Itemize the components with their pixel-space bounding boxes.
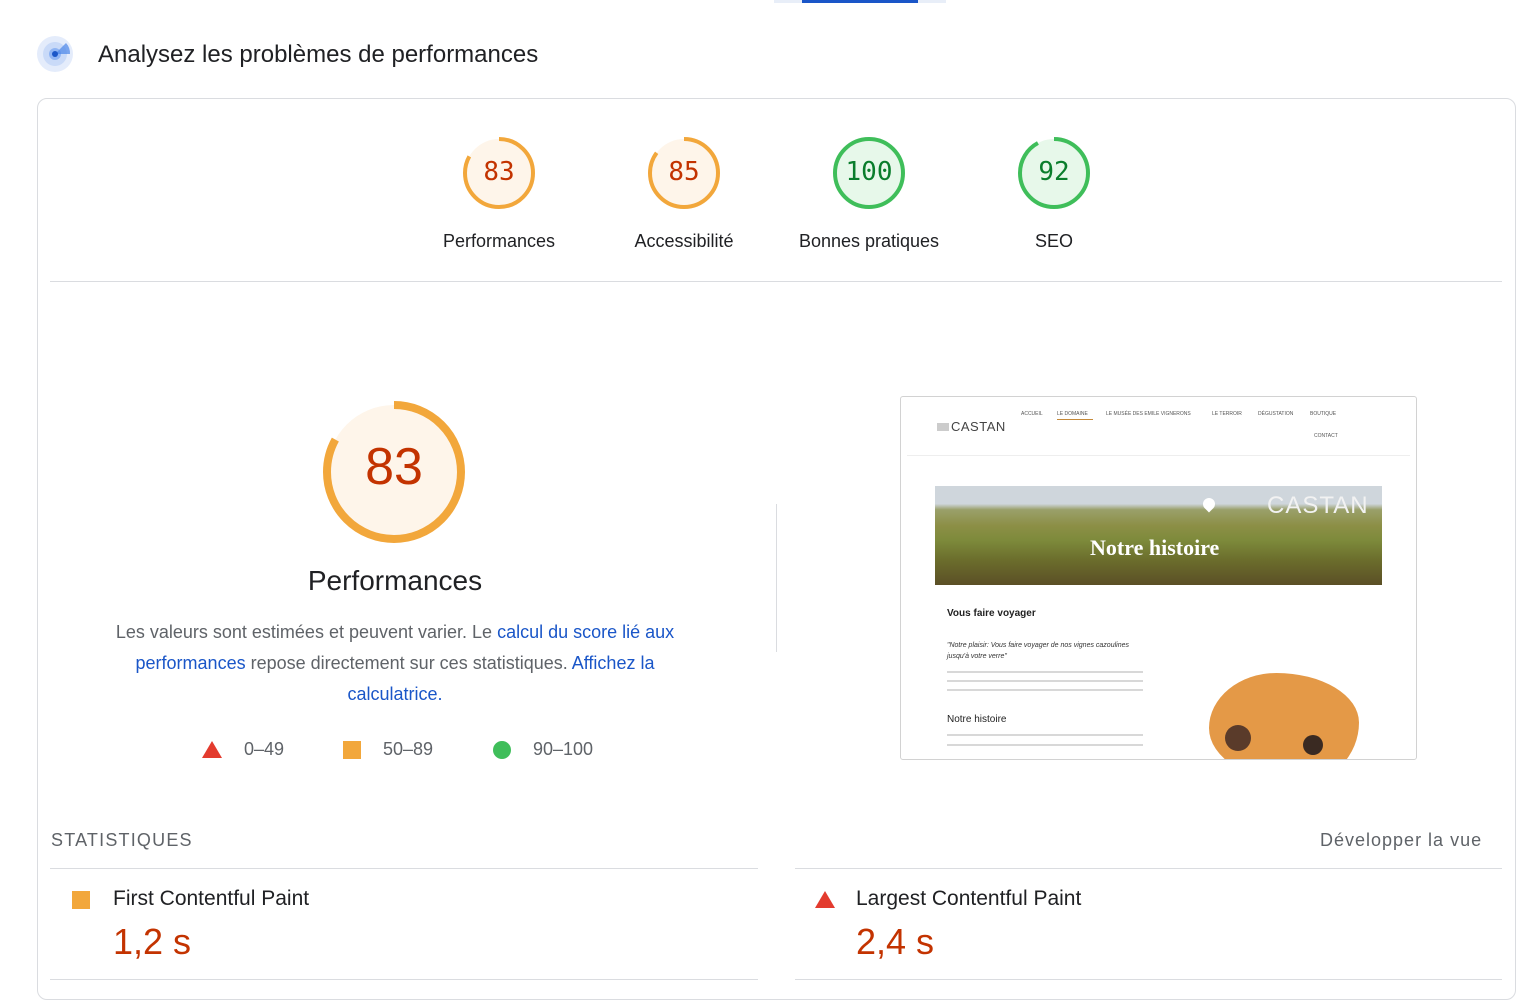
- screenshot-text-line: [947, 689, 1143, 691]
- fcp-value: 1,2 s: [113, 921, 192, 962]
- screenshot-heading-1: Vous faire voyager: [947, 608, 1036, 619]
- gauge-score: 83: [483, 157, 515, 187]
- screenshot-text-line: [947, 734, 1143, 736]
- gauge-score: 92: [1038, 157, 1070, 187]
- fcp-label: First Contentful Paint: [113, 887, 310, 910]
- screenshot-nav-item: LE TERROIR: [1212, 411, 1242, 417]
- section-title: Analysez les problèmes de performances: [98, 41, 539, 68]
- section-header: Analysez les problèmes de performances: [36, 34, 538, 74]
- gauge-score: 100: [845, 157, 893, 187]
- screenshot-logo: CASTAN: [937, 419, 1006, 434]
- banner-title: Notre histoire: [1090, 535, 1220, 560]
- category-gauge[interactable]: 83 Performances: [424, 135, 574, 252]
- expand-view-button[interactable]: Développer la vue: [1320, 830, 1482, 851]
- gauge-label: Bonnes pratiques: [798, 231, 940, 251]
- screenshot-header-divider: [907, 455, 1410, 456]
- banner-logo: CASTAN: [1267, 492, 1369, 519]
- page-screenshot: CASTAN ACCUEIL LE DOMAINE LE MUSÉE DES E…: [900, 396, 1417, 760]
- screenshot-nav-item: DÉGUSTATION: [1258, 411, 1294, 417]
- square-icon: [343, 740, 361, 759]
- screenshot-nav-item: LE MUSÉE DES EMILE VIGNERONS: [1106, 411, 1191, 417]
- screenshot-text-line: [947, 744, 1143, 746]
- gauges-divider: [50, 281, 1502, 282]
- description-text-1: Les valeurs sont estimées et peuvent var…: [115, 622, 498, 642]
- screenshot-person: [1303, 735, 1323, 755]
- logo-mark-icon: [937, 423, 949, 431]
- category-gauge[interactable]: 85 Accessibilité: [609, 135, 759, 252]
- circle-icon: [493, 740, 511, 759]
- vertical-separator: [776, 504, 777, 652]
- screenshot-banner: CASTAN Notre histoire: [935, 486, 1382, 585]
- performance-main-gauge: 83: [319, 397, 469, 547]
- metric-divider-left: [50, 979, 758, 980]
- screenshot-quote: "Notre plaisir: Vous faire voyager de no…: [947, 642, 1129, 660]
- legend-fail: 0–49: [202, 739, 284, 760]
- radar-icon: [37, 36, 73, 72]
- metric-divider-right: [795, 979, 1502, 980]
- screenshot-nav-underline: [1057, 419, 1093, 420]
- gauge-label: Accessibilité: [634, 231, 734, 251]
- screenshot-nav-item: BOUTIQUE: [1310, 411, 1337, 417]
- performance-score: 83: [365, 438, 423, 496]
- stats-divider-left: [50, 868, 758, 869]
- lcp-value: 2,4 s: [856, 921, 935, 962]
- gauge-label: SEO: [1034, 231, 1073, 251]
- report-card: 83 Performances 85 Accessibilité 100 Bonnes p…: [37, 98, 1516, 1000]
- stats-divider-right: [795, 868, 1502, 869]
- legend-average: 50–89: [343, 739, 433, 760]
- screenshot-text-line: [947, 680, 1143, 682]
- triangle-icon: [815, 891, 835, 908]
- gauge-score: 85: [668, 157, 700, 187]
- legend-average-range: 50–89: [383, 739, 434, 759]
- score-description: Les valeurs sont estimées et peuvent var…: [98, 617, 692, 710]
- triangle-icon: [202, 741, 222, 758]
- lcp-label: Largest Contentful Paint: [856, 887, 1082, 910]
- screenshot-logo-text: CASTAN: [951, 419, 1006, 434]
- description-text-2: repose directement sur ces statistiques.: [245, 653, 572, 673]
- screenshot-person: [1225, 725, 1251, 751]
- category-gauge[interactable]: 100 Bonnes pratiques: [794, 135, 944, 252]
- top-tab-indicator: [802, 0, 918, 3]
- category-gauge[interactable]: 92 SEO: [979, 135, 1129, 252]
- performance-title: Performances: [307, 565, 483, 596]
- legend-pass-range: 90–100: [533, 739, 594, 759]
- legend-fail-range: 0–49: [244, 739, 285, 759]
- square-icon: [72, 891, 90, 909]
- screenshot-text-line: [947, 671, 1143, 673]
- screenshot-nav-item: ACCUEIL: [1021, 411, 1043, 417]
- legend-pass: 90–100: [493, 739, 593, 760]
- stats-title: STATISTIQUES: [51, 830, 193, 850]
- screenshot-nav-item: CONTACT: [1314, 433, 1338, 439]
- gauge-label: Performances: [442, 231, 556, 251]
- map-pin-icon: [1200, 495, 1218, 513]
- screenshot-nav-item: LE DOMAINE: [1057, 411, 1088, 417]
- screenshot-heading-2: Notre histoire: [947, 714, 1007, 725]
